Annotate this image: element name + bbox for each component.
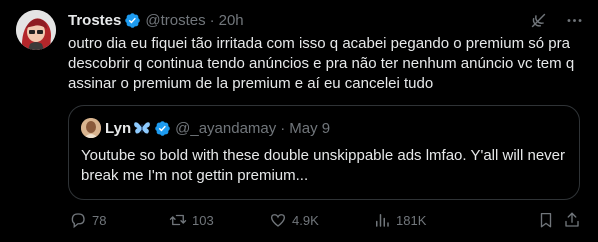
author-avatar[interactable] <box>16 10 56 50</box>
reply-icon <box>68 210 88 230</box>
tweet-header-actions <box>528 10 584 30</box>
views-count: 181K <box>396 212 427 228</box>
bookmark-button[interactable] <box>536 210 560 230</box>
author-handle[interactable]: @trostes <box>145 12 205 29</box>
separator-dot: · <box>280 119 286 137</box>
verified-badge-icon <box>124 12 141 29</box>
like-count: 4.9K <box>292 212 319 228</box>
tweet-time[interactable]: 20h <box>219 12 244 29</box>
grok-icon[interactable] <box>528 10 548 30</box>
bookmark-icon <box>536 210 556 230</box>
repost-button[interactable]: 103 <box>168 210 214 230</box>
quoted-tweet-time: May 9 <box>289 119 331 137</box>
more-icon[interactable] <box>564 10 584 30</box>
tweet-text: outro dia eu fiquei tão irritada com iss… <box>68 35 575 92</box>
quoted-tweet-header: Lyn @_ayandamay · May 9 <box>81 118 330 138</box>
verified-badge-icon <box>154 120 171 137</box>
quoted-author-handle: @_ayandamay <box>175 119 277 137</box>
views-button[interactable]: 181K <box>372 210 426 230</box>
views-icon <box>372 210 392 230</box>
quoted-author-name: Lyn <box>105 119 132 137</box>
like-button[interactable]: 4.9K <box>268 210 319 230</box>
quoted-tweet[interactable]: Lyn @_ayandamay · May 9 Youtube so bold … <box>68 105 580 200</box>
reply-button[interactable]: 78 <box>68 210 106 230</box>
share-icon <box>562 210 582 230</box>
quoted-author-avatar <box>81 118 101 138</box>
like-icon <box>268 210 288 230</box>
tweet[interactable]: Trostes @trostes · 20h outro dia eu fiqu… <box>0 0 598 242</box>
separator-dot: · <box>209 11 215 29</box>
repost-icon <box>168 210 188 230</box>
butterfly-emoji <box>133 120 151 136</box>
author-name[interactable]: Trostes <box>68 12 121 29</box>
tweet-actions: 78 103 4.9K 181K <box>68 210 580 230</box>
repost-count: 103 <box>192 212 214 228</box>
tweet-header: Trostes @trostes · 20h <box>68 10 244 30</box>
quoted-tweet-text: Youtube so bold with these double unskip… <box>81 147 566 184</box>
reply-count: 78 <box>92 212 107 228</box>
share-button[interactable] <box>562 210 586 230</box>
